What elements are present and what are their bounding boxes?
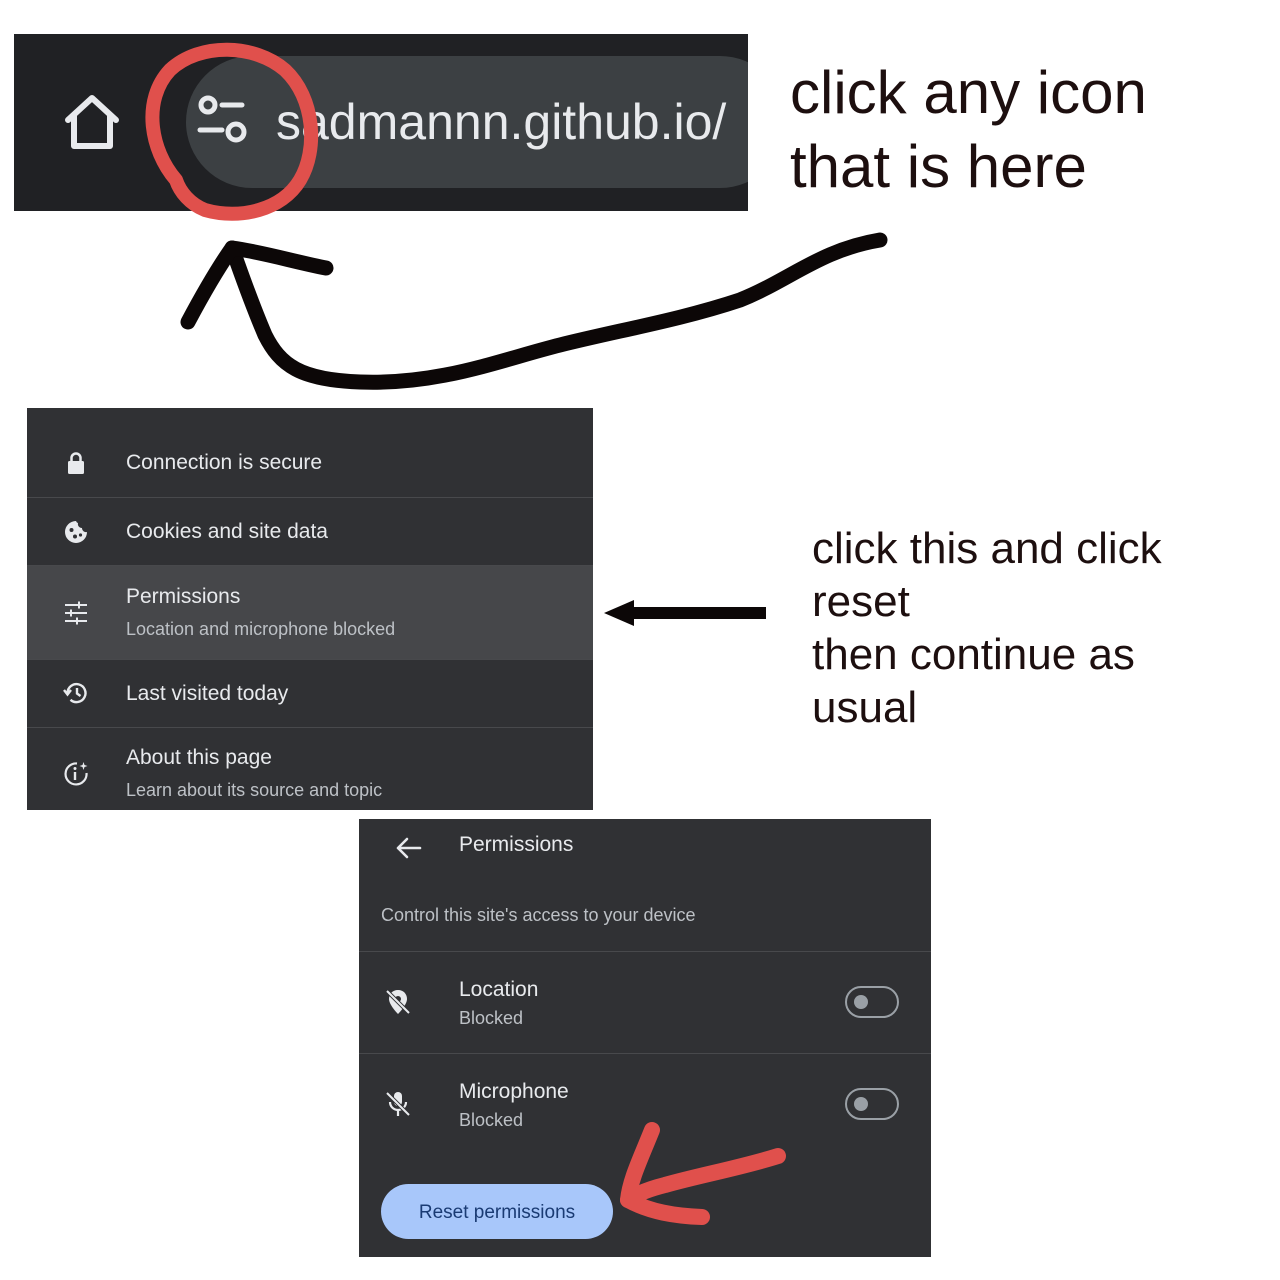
menu-item-connection[interactable]: Connection is secure — [27, 408, 593, 498]
menu-item-cookies[interactable]: Cookies and site data — [27, 498, 593, 566]
info-sparkle-icon — [64, 762, 88, 786]
menu-item-last-visited[interactable]: Last visited today — [27, 660, 593, 728]
permission-name: Microphone — [459, 1080, 569, 1103]
menu-item-label: Permissions — [126, 585, 241, 608]
toggle-knob — [854, 1097, 868, 1111]
toggle-knob — [854, 995, 868, 1009]
lock-icon — [68, 452, 84, 474]
menu-item-subtitle: Location and microphone blocked — [126, 619, 396, 639]
menu-item-label: About this page — [126, 746, 272, 769]
back-arrow-icon[interactable] — [393, 833, 423, 863]
cookie-icon — [65, 521, 87, 543]
site-info-menu: Connection is secure Cookies and site da… — [27, 408, 593, 810]
curved-arrow-head-mark — [180, 240, 334, 330]
permission-name: Location — [459, 978, 539, 1001]
divider — [359, 1053, 931, 1054]
menu-item-label: Cookies and site data — [126, 520, 328, 543]
menu-item-about[interactable]: About this page Learn about its source a… — [27, 728, 593, 810]
location-off-icon — [385, 989, 411, 1015]
home-icon[interactable] — [60, 90, 124, 154]
history-icon — [63, 682, 87, 704]
menu-item-label: Last visited today — [126, 682, 289, 705]
reset-permissions-button[interactable]: Reset permissions — [381, 1184, 613, 1239]
panel-description: Control this site's access to your devic… — [381, 905, 696, 925]
curved-arrow-mark — [224, 232, 888, 390]
permissions-panel: Permissions Control this site's access t… — [359, 819, 931, 1257]
permission-status: Blocked — [459, 1110, 524, 1130]
url-text[interactable]: sadmannn.github.io/ — [276, 90, 726, 154]
straight-arrow-head-mark — [604, 600, 634, 626]
address-bar: sadmannn.github.io/ — [14, 34, 748, 211]
menu-item-permissions[interactable]: Permissions Location and microphone bloc… — [27, 566, 593, 660]
menu-item-subtitle: Learn about its source and topic — [126, 780, 383, 800]
mic-off-icon — [385, 1091, 411, 1117]
tune-icon[interactable] — [192, 92, 258, 152]
location-toggle[interactable] — [845, 986, 899, 1018]
menu-item-label: Connection is secure — [126, 451, 323, 474]
annotation-click-reset: click this and click reset then continue… — [812, 524, 1162, 732]
microphone-toggle[interactable] — [845, 1088, 899, 1120]
tune-icon — [65, 601, 87, 625]
divider — [359, 951, 931, 952]
panel-title: Permissions — [459, 833, 574, 856]
permission-status: Blocked — [459, 1008, 524, 1028]
annotation-click-icon: click any icon that is here — [790, 59, 1147, 200]
